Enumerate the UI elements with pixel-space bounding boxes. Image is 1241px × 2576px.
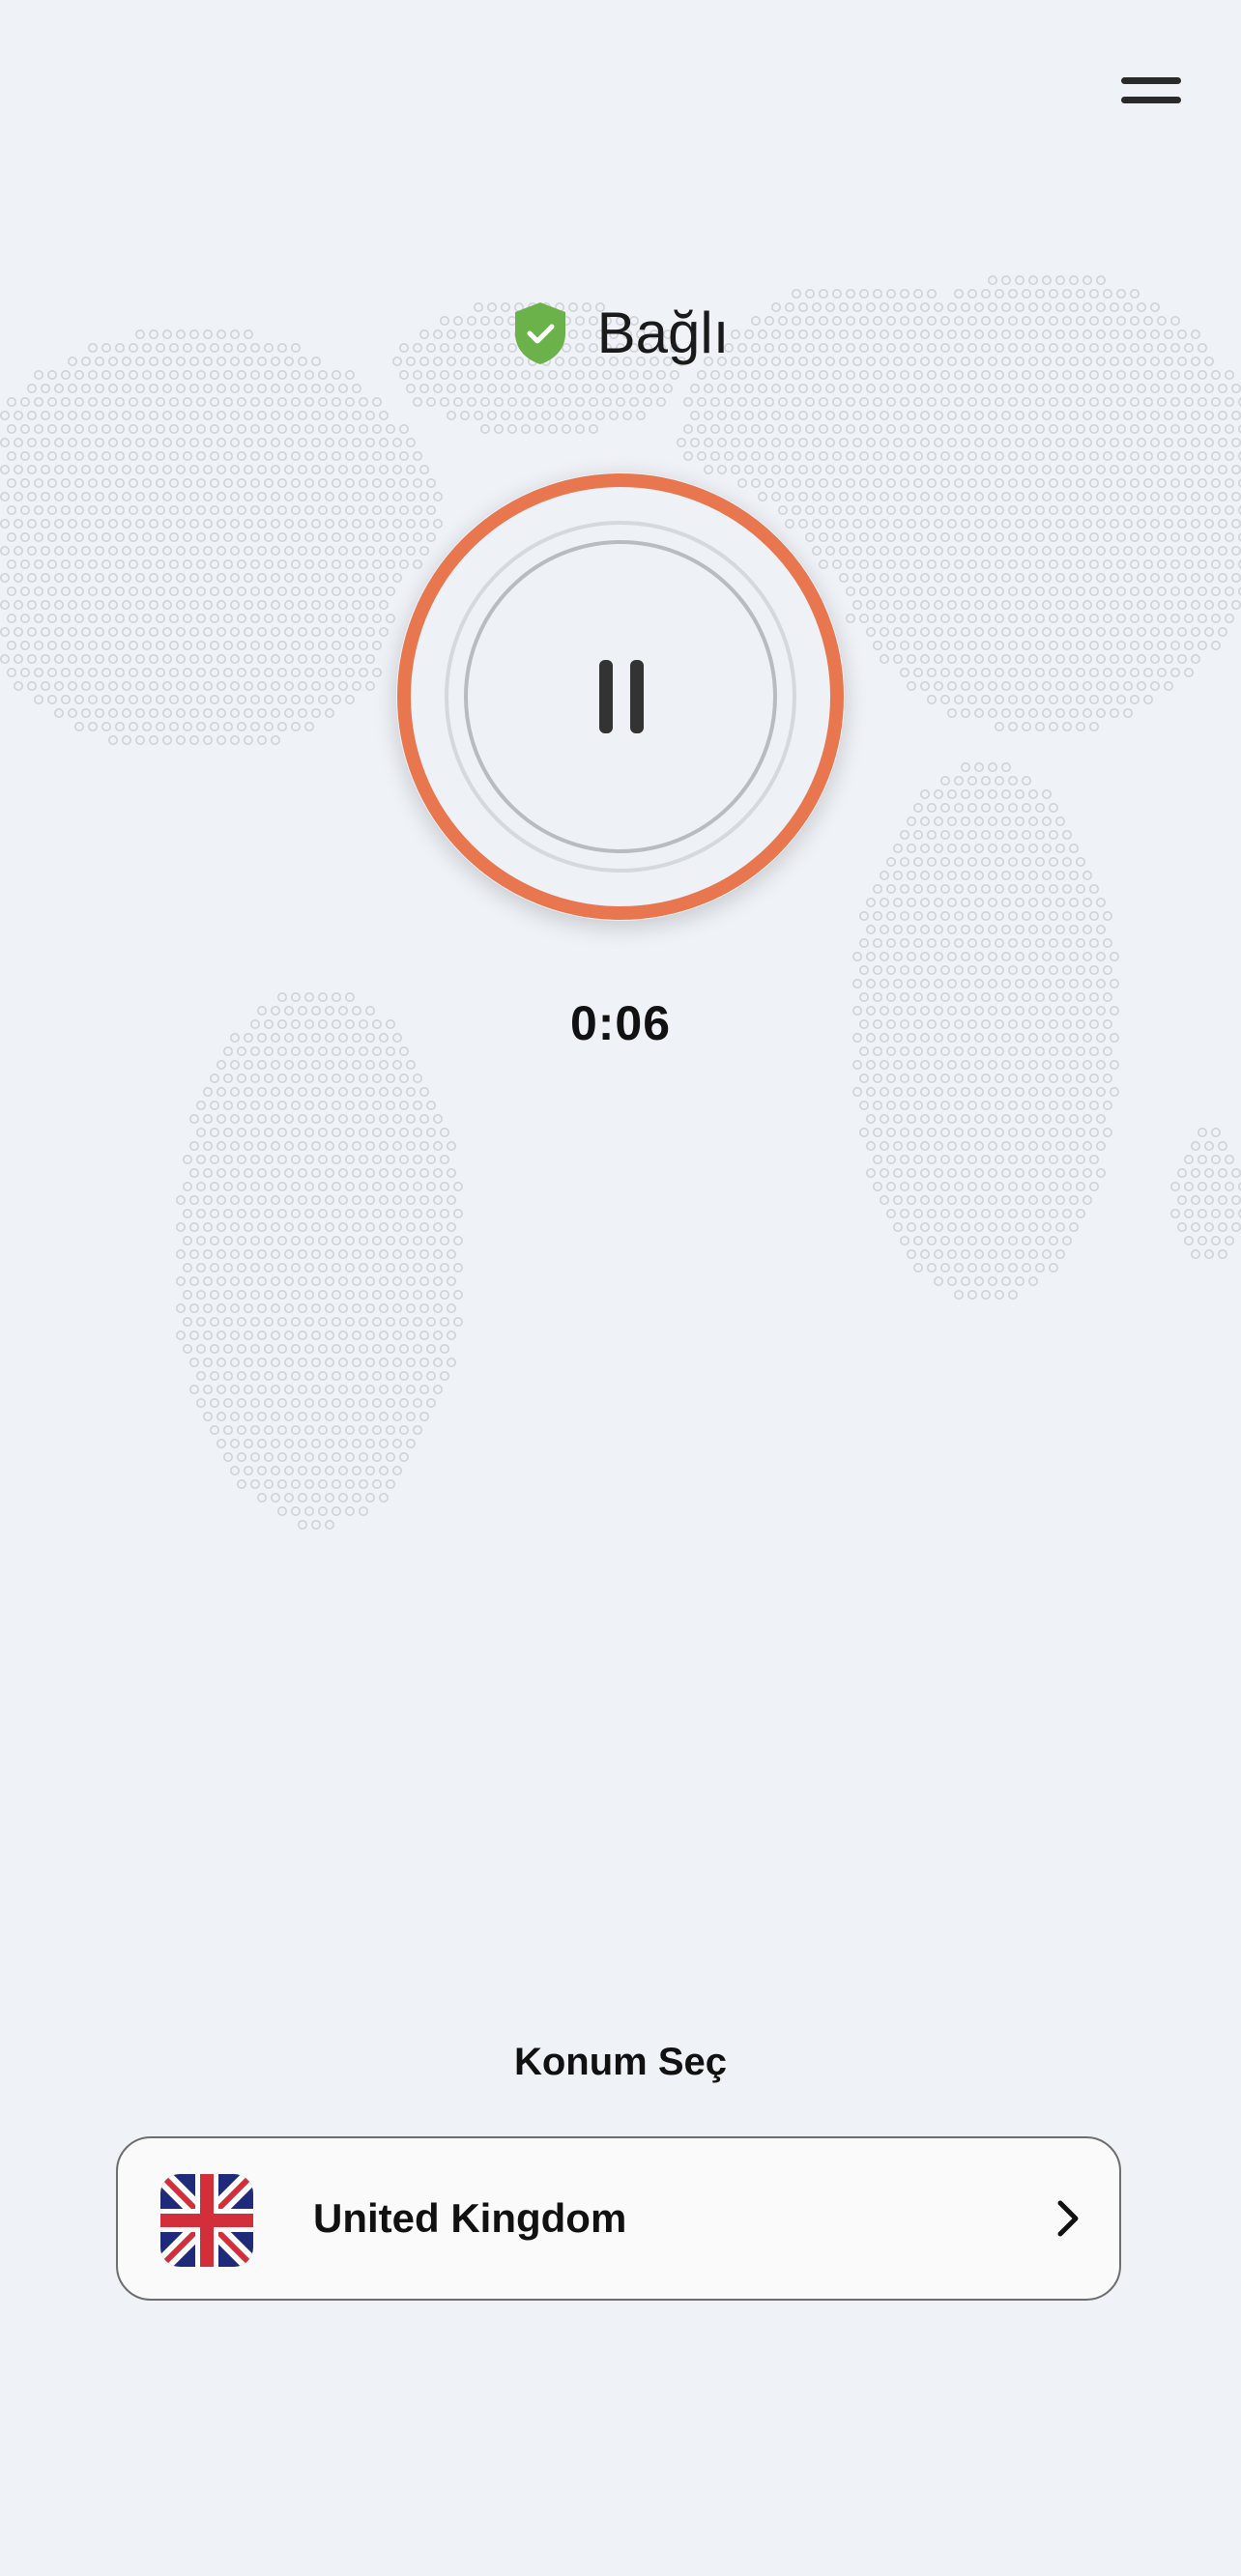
connection-status: Bağlı — [0, 295, 1241, 372]
chevron-right-icon — [1057, 2200, 1079, 2237]
vpn-home-screen: Bağlı 0:06 Konum Seç United Kingdom — [0, 0, 1241, 2576]
uk-flag-icon — [160, 2174, 253, 2267]
menu-button[interactable] — [1110, 64, 1193, 122]
status-label: Bağlı — [596, 301, 730, 365]
shield-check-icon — [514, 302, 565, 364]
hamburger-menu-icon — [1121, 77, 1181, 84]
selected-country: United Kingdom — [313, 2195, 627, 2241]
pause-icon — [599, 660, 644, 733]
choose-location-label: Konum Seç — [513, 2041, 728, 2083]
disconnect-button[interactable] — [396, 472, 845, 921]
location-selector[interactable]: United Kingdom — [116, 2136, 1121, 2301]
connection-timer: 0:06 — [569, 996, 672, 1050]
